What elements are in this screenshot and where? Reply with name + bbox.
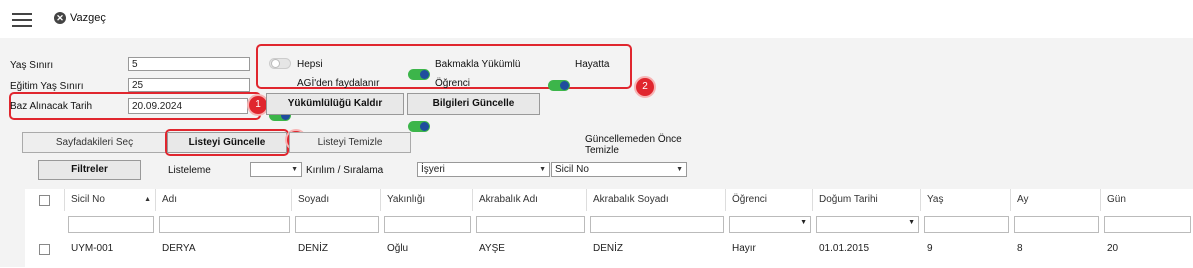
sort-asc-icon: ▲ xyxy=(144,196,151,203)
toggle-hayatta[interactable] xyxy=(548,80,570,91)
table-cell: AYŞE xyxy=(479,243,505,254)
toggle-bakmakla[interactable] xyxy=(408,69,430,80)
table-cell: DERYA xyxy=(162,243,196,254)
row-checkbox[interactable] xyxy=(39,244,50,255)
filter-input[interactable] xyxy=(590,216,724,233)
filter-input[interactable] xyxy=(295,216,379,233)
baz-tarih-input[interactable]: 20.09.2024 xyxy=(128,98,248,114)
chevron-down-icon: ▼ xyxy=(291,166,298,173)
column-header[interactable]: Öğrenci xyxy=(726,189,813,211)
bilgileri-guncelle-button[interactable]: Bilgileri Güncelle xyxy=(407,93,540,115)
column-header[interactable]: Ay xyxy=(1011,189,1101,211)
table-cell: DENİZ xyxy=(298,243,328,254)
kirilim-select[interactable]: İşyeri ▼ xyxy=(417,162,550,177)
hamburger-icon[interactable] xyxy=(12,13,32,31)
toggle-ogrenci-label: Öğrenci xyxy=(435,78,471,89)
egitim-yas-label: Eğitim Yaş Sınırı xyxy=(10,81,84,92)
cancel-button[interactable]: Vazgeç xyxy=(70,12,106,24)
table-cell: Hayır xyxy=(732,243,756,254)
column-header[interactable]: Gün xyxy=(1101,189,1193,211)
toggle-hayatta-label: Hayatta xyxy=(575,59,610,70)
listeleme-select[interactable]: ▼ xyxy=(250,162,302,177)
kirilim-label: Kırılım / Sıralama xyxy=(306,165,384,176)
column-header[interactable]: Akrabalık Adı xyxy=(473,189,587,211)
toggle-hepsi-label: Hepsi xyxy=(297,59,323,70)
toggle-ogrenci[interactable] xyxy=(408,121,430,132)
table-cell: 8 xyxy=(1017,243,1023,254)
table-cell: 9 xyxy=(927,243,933,254)
listeleme-label: Listeleme xyxy=(168,165,211,176)
column-header[interactable]: Yaş xyxy=(921,189,1011,211)
column-header[interactable]: Doğum Tarihi xyxy=(813,189,921,211)
listeyi-guncelle-button[interactable]: Listeyi Güncelle xyxy=(167,132,287,153)
filter-input[interactable] xyxy=(1104,216,1191,233)
top-toolbar xyxy=(0,0,1193,38)
column-header[interactable]: Akrabalık Soyadı xyxy=(587,189,726,211)
table-cell: 20 xyxy=(1107,243,1119,254)
sicil-select[interactable]: Sicil No ▼ xyxy=(551,162,687,177)
row-select[interactable] xyxy=(25,238,65,260)
toggle-hepsi[interactable] xyxy=(269,58,291,69)
yas-siniri-input[interactable]: 5 xyxy=(128,57,250,71)
listeyi-temizle-button[interactable]: Listeyi Temizle xyxy=(289,132,411,153)
filter-input[interactable] xyxy=(68,216,154,233)
baz-tarih-label: Baz Alınacak Tarih xyxy=(10,101,93,112)
step-badge-2: 2 xyxy=(634,76,656,98)
yukumluluk-kaldir-button[interactable]: Yükümlülüğü Kaldır xyxy=(266,93,404,115)
filter-input[interactable] xyxy=(1014,216,1099,233)
filter-input[interactable] xyxy=(384,216,471,233)
toggle-guncellemeden-once-label: Güncellemeden Önce Temizle xyxy=(585,134,682,156)
chevron-down-icon: ▼ xyxy=(908,219,915,226)
filter-input[interactable] xyxy=(924,216,1009,233)
close-icon[interactable]: ✕ xyxy=(54,12,66,24)
filter-input[interactable] xyxy=(476,216,585,233)
table-cell: DENİZ xyxy=(593,243,623,254)
select-all-checkbox[interactable] xyxy=(39,195,50,206)
column-header[interactable]: Soyadı xyxy=(292,189,381,211)
chevron-down-icon: ▼ xyxy=(539,166,546,173)
yas-siniri-label: Yaş Sınırı xyxy=(10,60,54,71)
filter-select[interactable]: ▼ xyxy=(729,216,811,233)
filtreler-button[interactable]: Filtreler xyxy=(38,160,141,180)
column-header[interactable]: Sicil No ▲ xyxy=(65,189,156,211)
column-header[interactable]: Adı xyxy=(156,189,292,211)
toggle-agi-label: AGİ'den faydalanır xyxy=(297,78,380,89)
filter-select[interactable]: ▼ xyxy=(816,216,919,233)
chevron-down-icon: ▼ xyxy=(676,166,683,173)
chevron-down-icon: ▼ xyxy=(800,219,807,226)
table-cell: UYM-001 xyxy=(71,243,114,254)
header-select-all[interactable] xyxy=(25,189,65,211)
egitim-yas-input[interactable]: 25 xyxy=(128,78,250,92)
table-cell: 01.01.2015 xyxy=(819,243,870,254)
filter-input[interactable] xyxy=(159,216,290,233)
column-header[interactable]: Yakınlığı xyxy=(381,189,473,211)
table-cell: Oğlu xyxy=(387,243,409,254)
toggle-bakmakla-label: Bakmakla Yükümlü xyxy=(435,59,521,70)
sayfadakileri-sec-button[interactable]: Sayfadakileri Seç xyxy=(22,132,167,153)
